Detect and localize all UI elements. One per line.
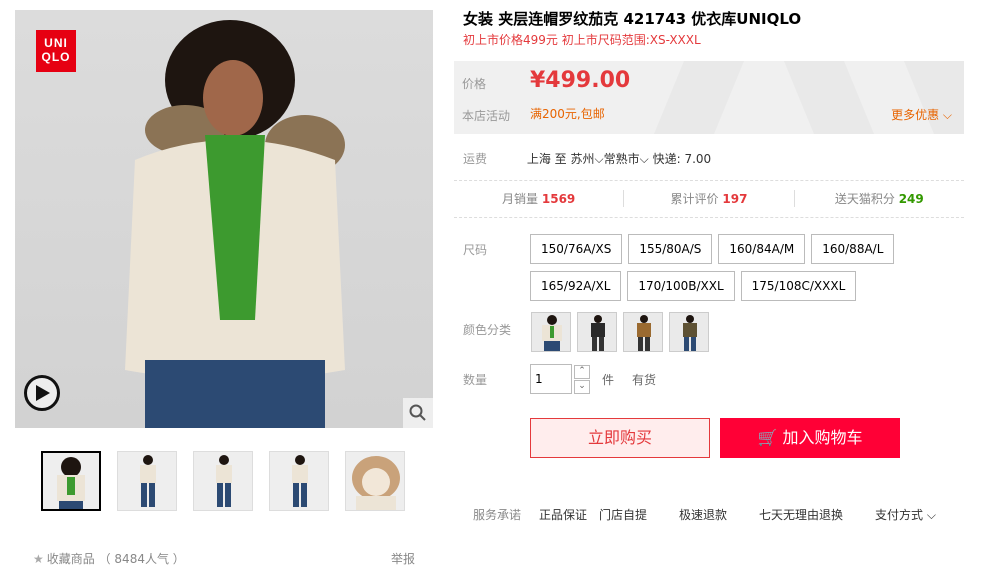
product-title: 女装 夹层连帽罗纹茄克 421743 优衣库UNIQLO xyxy=(463,10,802,28)
quantity-input[interactable] xyxy=(530,364,572,394)
report-link[interactable]: 举报 xyxy=(391,550,415,567)
express-fee: 快递: 7.00 xyxy=(652,152,712,166)
buy-now-button[interactable]: 立即购买 xyxy=(530,418,710,458)
gallery-footer: ★ 收藏商品 （ 8484人气 ） 举报 xyxy=(33,550,415,567)
color-swatch-3[interactable] xyxy=(623,312,663,352)
thumbnail-3[interactable] xyxy=(193,451,253,511)
price-panel: 价格 ¥499.00 本店活动 满200元,包邮 更多优惠 ⌵ xyxy=(454,61,964,134)
size-option[interactable]: 155/80A/S xyxy=(628,234,713,264)
stock-status: 有货 xyxy=(632,372,657,387)
service-item[interactable]: 正品保证 xyxy=(539,506,599,523)
color-options xyxy=(531,312,709,352)
product-photo xyxy=(125,20,345,428)
quantity-stepper: ⌃ ⌄ 件 有货 xyxy=(530,364,656,394)
chevron-down-icon: ⌵ xyxy=(939,108,952,122)
more-deals-label: 更多优惠 xyxy=(891,108,940,122)
search-icon xyxy=(409,404,426,421)
size-option[interactable]: 160/88A/L xyxy=(811,234,895,264)
size-label: 尺码 xyxy=(463,243,488,257)
services-label: 服务承诺 xyxy=(473,508,522,522)
thumbnail-1[interactable] xyxy=(41,451,101,511)
cart-icon: 🛒 xyxy=(757,428,778,447)
price-value: ¥499.00 xyxy=(530,68,631,93)
add-to-cart-button[interactable]: 🛒 加入购物车 xyxy=(720,418,900,458)
thumbnail-4[interactable] xyxy=(269,451,329,511)
more-deals-button[interactable]: 更多优惠 ⌵ xyxy=(891,106,952,123)
promo-value: 满200元,包邮 xyxy=(530,107,605,121)
zoom-button[interactable] xyxy=(403,398,433,428)
size-option[interactable]: 165/92A/XL xyxy=(530,271,622,301)
size-option[interactable]: 170/100B/XXL xyxy=(627,271,735,301)
product-subtitle: 初上市价格499元 初上市尺码范围:XS-XXXL xyxy=(463,33,701,47)
color-label: 颜色分类 xyxy=(463,323,512,337)
price-label: 价格 xyxy=(462,77,487,91)
divider xyxy=(454,180,964,181)
favorite-count: （ 8484人气 ） xyxy=(98,552,185,566)
points: 送天猫积分 249 xyxy=(834,192,924,206)
color-swatch-1[interactable] xyxy=(531,312,571,352)
size-option[interactable]: 160/84A/M xyxy=(718,234,806,264)
star-icon: ★ xyxy=(33,552,44,566)
review-count[interactable]: 累计评价 197 xyxy=(624,190,795,207)
size-option[interactable]: 150/76A/XS xyxy=(530,234,623,264)
uniqlo-logo: UNI QLO xyxy=(36,30,76,72)
logo-text: UNI QLO xyxy=(41,36,71,64)
add-to-cart-label: 加入购物车 xyxy=(782,428,863,447)
favorite-link[interactable]: 收藏商品 xyxy=(47,552,95,566)
main-product-image[interactable]: UNI QLO xyxy=(15,10,433,428)
monthly-sales: 月销量 1569 xyxy=(454,190,625,207)
service-item[interactable]: 极速退款 xyxy=(679,506,759,523)
service-promises: 服务承诺 正品保证 门店自提 极速退款 七天无理由退换 支付方式 ⌵ xyxy=(473,506,936,523)
shipping-row: 运费 上海 至 苏州⌵常熟市⌵ 快递: 7.00 xyxy=(463,150,963,167)
divider xyxy=(454,217,964,218)
service-item[interactable]: 七天无理由退换 xyxy=(759,506,875,523)
service-item[interactable]: 门店自提 xyxy=(599,506,679,523)
ship-from: 上海 xyxy=(526,152,551,166)
ship-to-word: 至 xyxy=(554,152,567,166)
promo-label: 本店活动 xyxy=(462,109,511,123)
ship-district-select[interactable]: 常熟市⌵ xyxy=(604,152,649,166)
payment-methods-dropdown[interactable]: 支付方式 ⌵ xyxy=(875,506,936,523)
qty-decrease-button[interactable]: ⌄ xyxy=(574,379,590,394)
play-icon xyxy=(36,385,50,401)
size-option[interactable]: 175/108C/XXXL xyxy=(740,271,857,301)
color-swatch-2[interactable] xyxy=(577,312,617,352)
play-video-button[interactable] xyxy=(24,375,60,411)
stats-row: 月销量 1569 累计评价 197 送天猫积分 249 xyxy=(454,190,964,207)
shipping-label: 运费 xyxy=(463,152,488,166)
size-options: 150/76A/XS 155/80A/S 160/84A/M 160/88A/L 165… xyxy=(530,234,910,301)
thumbnail-strip xyxy=(41,451,405,511)
qty-unit: 件 xyxy=(602,372,615,387)
thumbnail-5[interactable] xyxy=(345,451,405,511)
color-swatch-4[interactable] xyxy=(669,312,709,352)
ship-city-select[interactable]: 苏州⌵ xyxy=(571,152,604,166)
qty-increase-button[interactable]: ⌃ xyxy=(574,364,590,379)
qty-label: 数量 xyxy=(463,373,488,387)
thumbnail-2[interactable] xyxy=(117,451,177,511)
